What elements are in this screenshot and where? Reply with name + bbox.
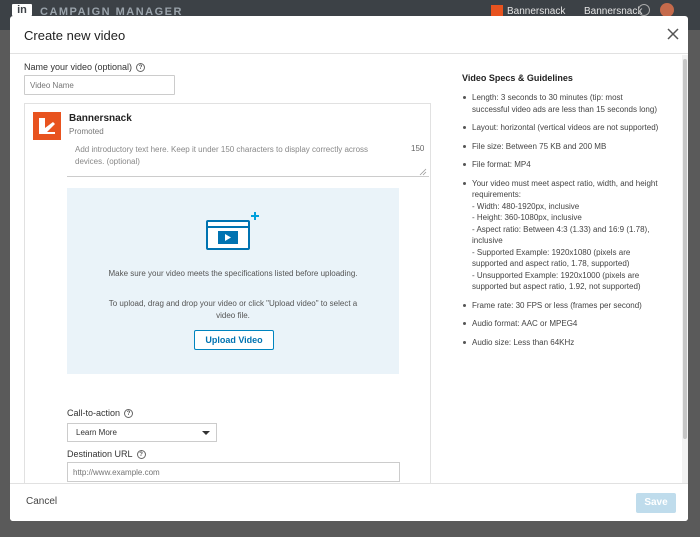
ad-preview-card: Bannersnack Promoted Add introductory te… [24, 103, 431, 483]
video-upload-icon [206, 212, 259, 250]
spec-item: File format: MP4 [462, 159, 662, 171]
spec-item-text: Your video must meet aspect ratio, width… [472, 178, 658, 200]
specs-title: Video Specs & Guidelines [462, 73, 573, 83]
spec-item-aspect: Your video must meet aspect ratio, width… [462, 178, 662, 293]
caret-down-icon [202, 431, 210, 435]
upload-video-button[interactable]: Upload Video [194, 330, 274, 350]
cancel-button[interactable]: Cancel [26, 496, 57, 507]
upload-instructions: Make sure your video meets the specifica… [108, 269, 358, 278]
video-dropzone[interactable]: Make sure your video meets the specifica… [67, 188, 399, 374]
spec-item: Audio size: Less than 64KHz [462, 337, 662, 349]
upload-drag-instructions: To upload, drag and drop your video or c… [108, 299, 358, 320]
help-icon[interactable]: ? [124, 409, 134, 418]
video-specs-panel: Video Specs & Guidelines Length: 3 secon… [462, 73, 662, 355]
spec-sub-item: - Height: 360-1080px, inclusive [472, 213, 582, 222]
help-icon[interactable]: ? [136, 450, 146, 459]
help-icon[interactable]: ? [136, 63, 146, 72]
spec-item: Frame rate: 30 FPS or less (frames per s… [462, 300, 662, 312]
spec-item: Length: 3 seconds to 30 minutes (tip: mo… [462, 92, 662, 115]
scroll-thumb[interactable] [683, 59, 687, 439]
spec-sub-item: - Supported Example: 1920x1080 (pixels a… [472, 247, 631, 269]
save-button[interactable]: Save [636, 493, 676, 513]
cta-label: Call-to-action? [67, 408, 134, 418]
promoted-label: Promoted [69, 127, 104, 136]
video-name-label: Name your video (optional)? [24, 62, 146, 72]
destination-url-label: Destination URL? [67, 449, 146, 459]
intro-text-field[interactable]: Add introductory text here. Keep it unde… [67, 144, 429, 177]
cta-selected-value: Learn More [76, 428, 117, 437]
avatar[interactable] [660, 3, 674, 17]
destination-url-input[interactable] [67, 462, 400, 482]
gear-icon[interactable] [638, 4, 650, 16]
spec-sub-item: - Width: 480-1920px, inclusive [472, 201, 580, 211]
close-icon[interactable] [664, 25, 682, 43]
video-name-input[interactable] [24, 75, 175, 95]
cta-select[interactable]: Learn More [67, 423, 217, 442]
spec-item: Audio format: AAC or MPEG4 [462, 318, 662, 330]
spec-item: File size: Between 75 KB and 200 MB [462, 141, 662, 153]
company-name: Bannersnack [69, 113, 132, 124]
create-video-modal: Create new video Name your video (option… [10, 16, 688, 521]
modal-scrollbar[interactable] [682, 55, 688, 483]
spec-sub-item: - Unsupported Example: 1920x1000 (pixels… [472, 270, 641, 292]
modal-footer: Cancel Save [10, 483, 688, 521]
company-logo-icon [33, 112, 61, 140]
intro-placeholder: Add introductory text here. Keep it unde… [75, 145, 369, 166]
modal-body: Name your video (optional)? Bannersnack … [10, 55, 688, 483]
resize-handle-icon[interactable] [419, 168, 427, 176]
modal-title: Create new video [24, 28, 126, 43]
specs-list: Length: 3 seconds to 30 minutes (tip: mo… [462, 92, 662, 348]
spec-item: Layout: horizontal (vertical videos are … [462, 122, 662, 134]
char-counter: 150 [411, 144, 425, 153]
spec-sub-item: - Aspect ratio: Between 4:3 (1.33) and 1… [472, 224, 650, 246]
linkedin-logo-icon[interactable]: in [12, 4, 32, 16]
modal-header: Create new video [10, 16, 688, 54]
